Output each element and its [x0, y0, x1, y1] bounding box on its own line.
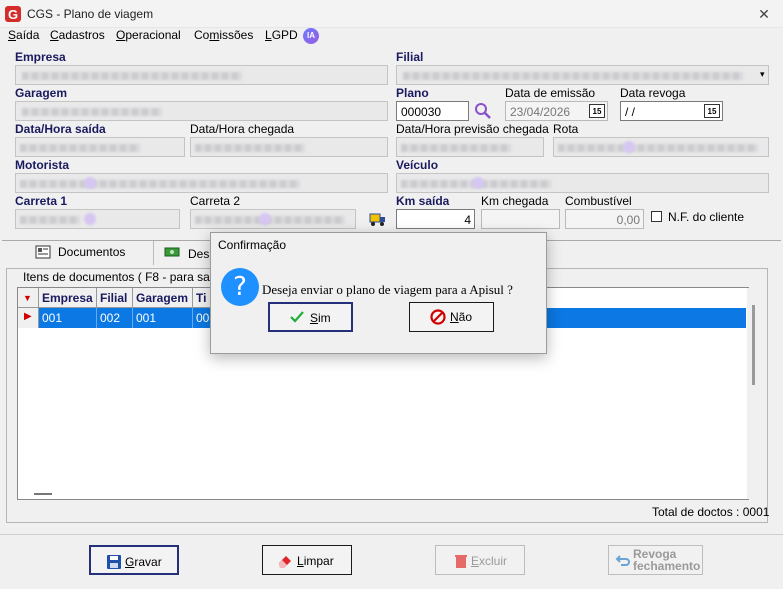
gravar-button[interactable]: Gravar — [89, 545, 179, 575]
app-logo-icon: G — [5, 6, 21, 22]
trash-icon — [455, 555, 467, 568]
menu-lgpd[interactable]: LGPD — [265, 28, 298, 42]
dialog-title: Confirmação — [218, 238, 287, 252]
data-hora-chegada-field[interactable] — [190, 137, 388, 157]
rota-field[interactable] — [553, 137, 769, 157]
cell-garagem[interactable]: 001 — [133, 308, 193, 328]
cancel-icon — [430, 309, 446, 325]
menu-operacional[interactable]: Operacional — [116, 28, 181, 42]
combustivel-label: Combustível — [565, 194, 632, 208]
close-icon[interactable]: ✕ — [756, 6, 772, 22]
data-hora-saida-field[interactable] — [15, 137, 185, 157]
ia-badge[interactable]: IA — [303, 28, 319, 44]
documents-group-title: Itens de documentos ( F8 - para sair ) — [20, 270, 227, 284]
window-title: CGS - Plano de viagem — [27, 7, 154, 21]
question-icon: ? — [221, 268, 259, 306]
carreta2-label: Carreta 2 — [190, 194, 241, 208]
data-hora-saida-label: Data/Hora saída — [15, 122, 106, 136]
garagem-field[interactable] — [15, 101, 388, 121]
nao-button[interactable]: Não — [409, 302, 494, 332]
menu-saida[interactable]: Saída — [8, 28, 39, 42]
svg-text:G: G — [8, 7, 18, 22]
data-hora-chegada-label: Data/Hora chegada — [190, 122, 295, 136]
column-header-empresa[interactable]: Empresa — [39, 288, 97, 308]
truck-icon[interactable] — [369, 211, 387, 227]
column-header-garagem[interactable]: Garagem — [133, 288, 193, 308]
rota-search-icon[interactable] — [623, 141, 635, 153]
veiculo-label: Veículo — [396, 158, 439, 172]
filial-field[interactable] — [396, 65, 769, 85]
horizontal-scrollbar[interactable] — [34, 493, 52, 495]
excluir-button[interactable]: Excluir — [435, 545, 525, 575]
km-saida-label: Km saída — [396, 194, 450, 208]
nf-cliente-checkbox[interactable] — [651, 211, 662, 222]
calendar-icon[interactable]: 15 — [589, 104, 605, 118]
rota-label: Rota — [553, 122, 579, 136]
data-revoga-label: Data revoga — [620, 86, 686, 100]
carreta1-label: Carreta 1 — [15, 194, 68, 208]
search-icon[interactable] — [474, 102, 492, 120]
combustivel-field[interactable]: 0,00 — [565, 209, 644, 229]
km-chegada-field[interactable] — [481, 209, 560, 229]
filial-label: Filial — [396, 50, 424, 64]
motorista-field[interactable] — [15, 173, 388, 193]
revoga-fechamento-button[interactable]: Revoga fechamento — [608, 545, 703, 575]
cell-filial[interactable]: 002 — [97, 308, 133, 328]
calendar-icon[interactable]: 15 — [704, 104, 720, 118]
plano-label: Plano — [396, 86, 429, 100]
menu-cadastros[interactable]: Cadastros — [50, 28, 105, 42]
undo-icon — [615, 555, 630, 566]
carreta2-field[interactable] — [190, 209, 356, 229]
empresa-field[interactable] — [15, 65, 388, 85]
dialog-message: Deseja enviar o plano de viagem para a A… — [262, 282, 513, 297]
motorista-label: Motorista — [15, 158, 69, 172]
column-header-filial[interactable]: Filial — [97, 288, 133, 308]
motorista-search-icon[interactable] — [84, 177, 96, 189]
tab-documentos[interactable]: Documentos — [20, 241, 154, 265]
veiculo-search-icon[interactable] — [472, 177, 484, 189]
header-sort-icon[interactable]: ▼ — [18, 288, 39, 308]
data-hora-previsao-field[interactable] — [396, 137, 544, 157]
total-docs: Total de doctos : 0001 — [652, 505, 770, 519]
limpar-button[interactable]: Limpar — [262, 545, 352, 575]
carreta2-search-icon[interactable] — [259, 213, 271, 225]
veiculo-field[interactable] — [396, 173, 769, 193]
eraser-icon — [279, 556, 291, 568]
documents-icon — [35, 245, 51, 259]
plano-field[interactable]: 000030 — [396, 101, 469, 121]
filial-dropdown-icon[interactable]: ▾ — [760, 69, 765, 80]
cell-empresa[interactable]: 001 — [39, 308, 97, 328]
save-icon — [107, 555, 121, 569]
carreta1-field[interactable] — [15, 209, 180, 229]
row-indicator-icon: ▶ — [18, 308, 39, 328]
nf-cliente-label: N.F. do cliente — [668, 210, 745, 224]
carreta1-search-icon[interactable] — [84, 213, 96, 225]
empresa-label: Empresa — [15, 50, 66, 64]
data-hora-previsao-label: Data/Hora previsão chegada — [396, 122, 549, 136]
money-icon — [164, 247, 180, 257]
check-icon — [290, 311, 304, 323]
km-saida-field[interactable]: 4 — [396, 209, 475, 229]
scrollbar-thumb[interactable] — [752, 305, 755, 385]
km-chegada-label: Km chegada — [481, 194, 549, 208]
data-emissao-label: Data de emissão — [505, 86, 596, 100]
menu-comissoes[interactable]: Comissões — [194, 28, 253, 42]
sim-button[interactable]: Sim — [268, 302, 353, 332]
garagem-label: Garagem — [15, 86, 68, 100]
